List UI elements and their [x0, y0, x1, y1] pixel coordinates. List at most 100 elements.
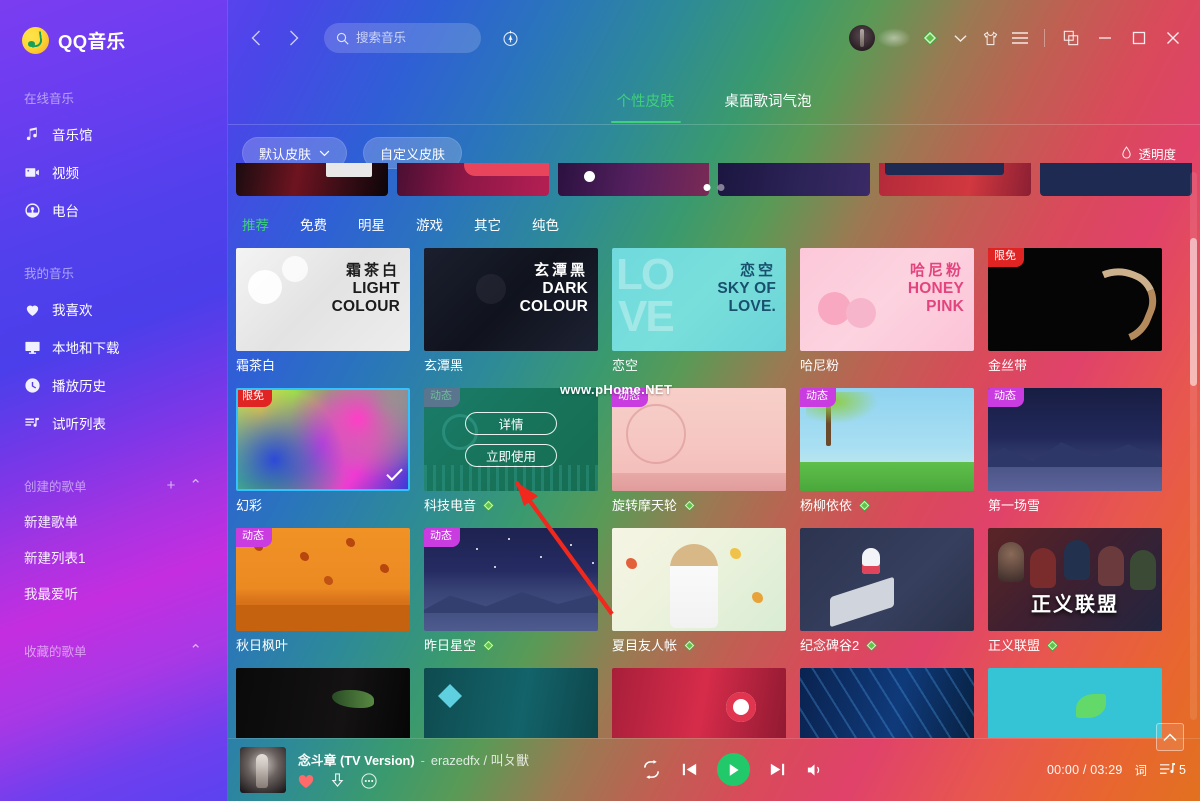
- category-free[interactable]: 免费: [300, 214, 327, 234]
- category-game[interactable]: 游戏: [416, 214, 443, 234]
- skin-thumbnail[interactable]: 恋空 SKY OF LOVE.: [612, 248, 786, 351]
- close-button[interactable]: [1158, 24, 1188, 52]
- tshirt-icon[interactable]: [977, 25, 1003, 51]
- play-button[interactable]: [716, 753, 750, 786]
- album-cover[interactable]: [240, 746, 286, 793]
- skin-thumbnail[interactable]: 动态: [424, 528, 598, 631]
- skin-card[interactable]: 恋空 SKY OF LOVE. 恋空: [612, 248, 786, 372]
- apply-now-button[interactable]: 立即使用: [465, 444, 557, 467]
- sidebar-item-favorites[interactable]: 我喜欢: [0, 290, 228, 328]
- sidebar-item-play-history[interactable]: 播放历史: [0, 366, 228, 404]
- skin-thumbnail[interactable]: 哈尼粉 HONEY PINK: [800, 248, 974, 351]
- skin-card[interactable]: 动态 秋日枫叶: [236, 528, 410, 652]
- skin-card[interactable]: 玄潭黑 DARK COLOUR 玄潭黑: [424, 248, 598, 372]
- skin-card[interactable]: 动态 杨柳依依: [800, 388, 974, 512]
- skin-thumbnail[interactable]: [800, 668, 974, 738]
- skin-thumbnail[interactable]: 玄潭黑 DARK COLOUR: [424, 248, 598, 351]
- search-box[interactable]: [324, 23, 481, 53]
- banner-dot[interactable]: [703, 184, 711, 191]
- skin-card[interactable]: 限免 金丝带: [988, 248, 1162, 372]
- sidebar-playlist-new[interactable]: 新建歌单: [0, 503, 228, 539]
- banner-carousel[interactable]: [236, 163, 1192, 196]
- banner-slide[interactable]: [396, 163, 549, 196]
- skin-thumbnail[interactable]: 霜茶白 LIGHT COLOUR: [236, 248, 410, 351]
- queue-button[interactable]: 5: [1159, 762, 1186, 777]
- compass-icon[interactable]: [497, 25, 523, 51]
- category-other[interactable]: 其它: [474, 214, 501, 234]
- sidebar-playlist-my-favorites[interactable]: 我最爱听: [0, 575, 228, 611]
- hamburger-menu-icon[interactable]: [1007, 25, 1033, 51]
- green-diamond-icon[interactable]: [917, 25, 943, 51]
- skin-thumbnail[interactable]: 限免: [236, 388, 410, 491]
- sidebar-item-radio[interactable]: 电台: [0, 191, 228, 229]
- maximize-button[interactable]: [1124, 24, 1154, 52]
- banner-slide[interactable]: [879, 163, 1032, 196]
- sidebar-item-audition-list[interactable]: 试听列表: [0, 404, 228, 442]
- skin-card[interactable]: [236, 668, 410, 738]
- skin-card[interactable]: 动态 旋转摩天轮: [612, 388, 786, 512]
- skin-thumbnail[interactable]: 限免: [988, 248, 1162, 351]
- heart-filled-icon[interactable]: [298, 774, 314, 789]
- song-title[interactable]: 念斗章 (TV Version): [298, 750, 415, 769]
- back-button[interactable]: [244, 26, 268, 50]
- chevron-up-icon[interactable]: ⌃: [189, 643, 202, 658]
- sidebar-playlist-new-list-1[interactable]: 新建列表1: [0, 539, 228, 575]
- opacity-control[interactable]: 透明度: [1121, 144, 1184, 163]
- skin-thumbnail[interactable]: [612, 668, 786, 738]
- skin-thumbnail[interactable]: 动态: [612, 388, 786, 491]
- forward-button[interactable]: [282, 26, 306, 50]
- lyrics-button[interactable]: 词: [1135, 760, 1148, 779]
- tab-desktop-lyric-bubble[interactable]: 桌面歌词气泡: [725, 76, 812, 123]
- next-track-icon[interactable]: [768, 760, 787, 779]
- previous-track-icon[interactable]: [680, 760, 699, 779]
- skin-card[interactable]: 霜茶白 LIGHT COLOUR 霜茶白: [236, 248, 410, 372]
- skin-thumbnail[interactable]: 动态: [236, 528, 410, 631]
- category-recommended[interactable]: 推荐: [242, 214, 269, 234]
- download-icon[interactable]: [330, 773, 345, 789]
- skin-thumbnail[interactable]: [988, 668, 1162, 738]
- skin-card[interactable]: [988, 668, 1162, 738]
- artist-name[interactable]: erazedfx / 叫ㄆ獸: [431, 750, 529, 769]
- repeat-icon[interactable]: [641, 759, 662, 780]
- skin-card[interactable]: 限免 幻彩: [236, 388, 410, 512]
- skin-card[interactable]: [424, 668, 598, 738]
- skin-card[interactable]: 动态 第一场雪: [988, 388, 1162, 512]
- sidebar-item-music-hall[interactable]: 音乐馆: [0, 115, 228, 153]
- user-avatar[interactable]: [849, 25, 875, 51]
- mini-window-icon[interactable]: [1056, 24, 1086, 52]
- skin-thumbnail[interactable]: [612, 528, 786, 631]
- detail-button[interactable]: 详情: [465, 412, 557, 435]
- skin-thumbnail[interactable]: 动态 详情 立即使用: [424, 388, 598, 491]
- plus-icon[interactable]: +: [167, 478, 176, 493]
- minimize-button[interactable]: [1090, 24, 1120, 52]
- banner-slide[interactable]: [718, 163, 871, 196]
- search-input[interactable]: [356, 31, 464, 45]
- skin-thumbnail[interactable]: 动态: [988, 388, 1162, 491]
- skin-thumbnail[interactable]: [424, 668, 598, 738]
- banner-slide[interactable]: [236, 163, 388, 196]
- skin-card[interactable]: 动态 昨日星空: [424, 528, 598, 652]
- skin-card[interactable]: 夏目友人帐: [612, 528, 786, 652]
- skin-card[interactable]: 正义联盟: [988, 528, 1162, 652]
- banner-slide[interactable]: [1040, 163, 1192, 196]
- skin-thumbnail[interactable]: 动态: [800, 388, 974, 491]
- banner-slide[interactable]: [557, 163, 710, 196]
- volume-icon[interactable]: [805, 761, 824, 779]
- category-solid-color[interactable]: 纯色: [532, 214, 559, 234]
- chevron-up-icon[interactable]: ⌃: [189, 478, 202, 493]
- skin-card[interactable]: [612, 668, 786, 738]
- skin-card[interactable]: 哈尼粉 HONEY PINK 哈尼粉: [800, 248, 974, 372]
- sidebar-item-local-downloads[interactable]: 本地和下载: [0, 328, 228, 366]
- category-star[interactable]: 明星: [358, 214, 385, 234]
- chevron-down-icon[interactable]: [947, 25, 973, 51]
- skin-card[interactable]: 纪念碑谷2: [800, 528, 974, 652]
- banner-dot[interactable]: [717, 184, 725, 191]
- more-dots-icon[interactable]: [361, 773, 377, 789]
- scrollbar-thumb[interactable]: [1190, 238, 1197, 386]
- sidebar-item-video[interactable]: 视频: [0, 153, 228, 191]
- skin-thumbnail[interactable]: [236, 668, 410, 738]
- skin-card[interactable]: 动态 详情 立即使用 科技电音: [424, 388, 598, 512]
- skin-thumbnail[interactable]: [988, 528, 1162, 631]
- skin-thumbnail[interactable]: [800, 528, 974, 631]
- tab-personal-skin[interactable]: 个性皮肤: [617, 76, 675, 123]
